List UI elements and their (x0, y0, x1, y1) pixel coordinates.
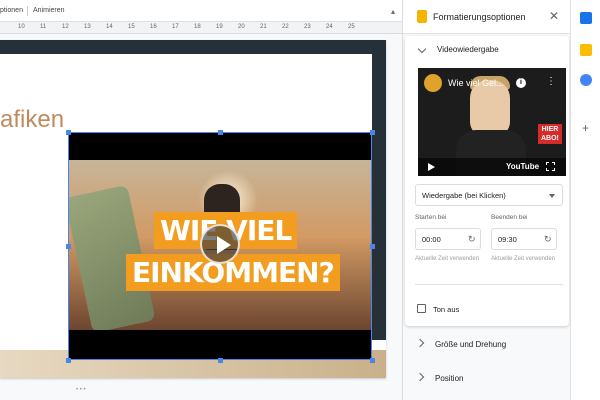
side-panel-strip: + (570, 0, 600, 400)
channel-avatar[interactable] (424, 74, 442, 92)
ruler-tick: 15 (128, 24, 135, 30)
panel-title: Formatierungsoptionen (433, 12, 526, 22)
more-vert-icon[interactable]: ⋮ (546, 76, 556, 87)
drag-handle-icon[interactable]: • • • (76, 387, 86, 393)
keep-icon[interactable] (580, 44, 592, 56)
resize-handle[interactable] (370, 358, 375, 363)
slide-title[interactable]: afiken (0, 106, 64, 134)
format-options-panel: Formatierungsoptionen ✕ Videowiedergabe … (402, 0, 571, 400)
refresh-icon[interactable]: ↻ (468, 234, 476, 245)
section-position[interactable]: Position (403, 362, 571, 394)
resize-handle[interactable] (66, 358, 71, 363)
section-divider (415, 284, 563, 285)
ruler-tick: 10 (18, 24, 25, 30)
start-label: Starten bei (415, 214, 447, 221)
close-icon[interactable]: ✕ (549, 9, 559, 23)
section-size-label[interactable]: Größe und Drehung (435, 340, 506, 349)
resize-handle[interactable] (370, 130, 375, 135)
subscribe-badge: HIER ABO! (538, 124, 562, 144)
thumbnail-face (470, 80, 510, 136)
toolbar-divider (27, 6, 28, 16)
selection-box[interactable] (68, 132, 372, 360)
mute-label[interactable]: Ton aus (433, 305, 459, 314)
horizontal-ruler[interactable]: 10 11 12 13 14 15 16 17 18 19 20 21 22 2… (0, 22, 402, 34)
ruler-tick: 25 (348, 24, 355, 30)
fullscreen-icon[interactable] (546, 162, 555, 171)
video-playback-card: Videowiedergabe Wie viel Gel... i ⋮ HIER… (405, 36, 569, 326)
end-label: Beenden bei (491, 214, 528, 221)
chevron-up-icon[interactable]: ▴ (391, 7, 395, 16)
refresh-icon[interactable]: ↻ (544, 234, 552, 245)
ruler-tick: 19 (216, 24, 223, 30)
playback-mode-select[interactable]: Wiedergabe (bei Klicken) (415, 184, 563, 206)
ruler-tick: 17 (172, 24, 179, 30)
chevron-right-icon[interactable] (415, 338, 425, 348)
animate-button[interactable]: Animieren (33, 7, 65, 14)
section-video-playback[interactable]: Videowiedergabe (437, 45, 499, 54)
section-size-rotation[interactable]: Größe und Drehung (403, 328, 571, 360)
ruler-tick: 23 (304, 24, 311, 30)
chevron-down-icon[interactable] (417, 44, 427, 54)
calendar-icon[interactable] (580, 12, 592, 24)
ruler-tick: 11 (40, 24, 47, 30)
resize-handle[interactable] (218, 358, 223, 363)
section-position-label[interactable]: Position (435, 374, 463, 383)
badge-line2: ABO! (541, 135, 559, 142)
ruler-tick: 12 (62, 24, 69, 30)
options-tab[interactable]: ptionen (0, 7, 23, 14)
start-time-input[interactable]: 00:00 ↻ (415, 228, 481, 250)
ruler-tick: 13 (84, 24, 91, 30)
slide-header-band (0, 40, 386, 54)
resize-handle[interactable] (370, 244, 375, 249)
format-paint-icon (417, 10, 427, 23)
top-toolbar: ptionen Animieren ▴ (0, 0, 402, 22)
dropdown-caret-icon (549, 194, 555, 198)
thumbnail-title[interactable]: Wie viel Gel... (448, 78, 504, 88)
use-current-time-end[interactable]: Aktuelle Zeit verwenden (491, 256, 555, 262)
ruler-tick: 21 (260, 24, 267, 30)
info-icon[interactable]: i (516, 78, 526, 88)
playback-mode-value: Wiedergabe (bei Klicken) (422, 191, 506, 200)
ruler-tick: 16 (150, 24, 157, 30)
slide-canvas[interactable]: afiken WIE VIEL EINKOMMEN? (0, 34, 402, 400)
video-thumbnail[interactable]: Wie viel Gel... i ⋮ HIER ABO! YouTube (418, 68, 566, 176)
ruler-tick: 24 (326, 24, 333, 30)
panel-header: Formatierungsoptionen ✕ (403, 0, 571, 34)
resize-handle[interactable] (218, 130, 223, 135)
end-time-input[interactable]: 09:30 ↻ (491, 228, 557, 250)
chevron-right-icon[interactable] (415, 372, 425, 382)
tasks-icon[interactable] (580, 74, 592, 86)
start-time-value: 00:00 (422, 235, 441, 244)
ruler-tick: 18 (194, 24, 201, 30)
add-icon[interactable]: + (582, 121, 589, 135)
player-controls: YouTube (418, 158, 566, 176)
play-icon[interactable] (428, 163, 435, 171)
resize-handle[interactable] (66, 130, 71, 135)
badge-line1: HIER (541, 126, 559, 133)
ruler-tick: 22 (282, 24, 289, 30)
ruler-tick: 20 (238, 24, 245, 30)
ruler-tick: 14 (106, 24, 113, 30)
youtube-logo[interactable]: YouTube (506, 162, 539, 171)
resize-handle[interactable] (66, 244, 71, 249)
end-time-value: 09:30 (498, 235, 517, 244)
slide-side-band (372, 40, 386, 340)
mute-checkbox[interactable] (417, 304, 426, 313)
use-current-time-start[interactable]: Aktuelle Zeit verwenden (415, 256, 479, 262)
